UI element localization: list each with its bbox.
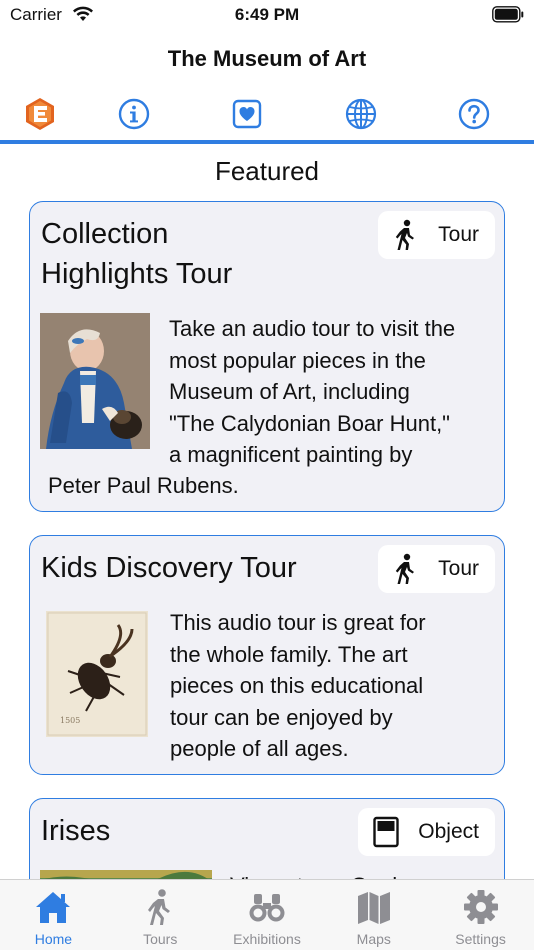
tab-underline [0,140,534,144]
tab-settings[interactable]: Settings [427,880,534,950]
status-time: 6:49 PM [234,5,300,24]
card-description: Take an audio tour to visit the most pop… [169,313,499,471]
card-title-line: Collection [41,218,169,250]
description-line: tour can be enjoyed by [170,704,393,730]
tour-card-kids-discovery[interactable]: Kids Discovery Tour Tour 1505 This audio… [29,535,505,775]
object-card-icon [373,816,399,848]
description-line: a magnificent painting by [169,442,413,467]
card-title: Irises [41,811,361,851]
walking-person-icon [148,889,171,925]
description-line: pieces on this educational [170,673,424,698]
tab-home[interactable]: Home [0,880,107,950]
description-line: This audio tour is great for [170,610,426,635]
tour-badge[interactable]: Tour [378,211,495,259]
description-line: Museum of Art, including [169,379,410,404]
card-title: Collection Highlights Tour [41,214,361,294]
walking-person-icon [395,553,415,584]
object-badge[interactable]: Object [358,808,495,856]
tab-exhibitions[interactable]: Exhibitions [214,880,321,950]
info-icon[interactable] [114,94,154,134]
card-title-line: Highlights Tour [41,258,233,290]
card-title-line: Irises [41,815,111,847]
binoculars-icon [249,894,285,922]
home-icon [36,892,71,923]
icon-tab-row [0,94,534,140]
card-title: Kids Discovery Tour [41,548,381,588]
tab-label: Maps [356,931,391,947]
badge-label: Object [418,820,479,843]
card-description: This audio tour is great for the whole f… [170,607,500,765]
description-line: "The Calydonian Boar Hunt," [169,410,450,436]
description-line: the whole family. The art [170,641,408,667]
svg-text:1505: 1505 [60,716,80,725]
tour-badge[interactable]: Tour [378,545,495,593]
tab-label: Settings [455,931,506,947]
badge-label: Tour [438,223,479,246]
badge-label: Tour [438,557,479,580]
description-line: most popular pieces in the [169,347,426,373]
tab-maps[interactable]: Maps [320,880,427,950]
tab-tours[interactable]: Tours [107,880,214,950]
page-title: The Museum of Art [167,46,367,71]
heart-icon[interactable] [227,94,267,134]
status-bar: Carrier 6:49 PM [0,0,534,32]
description-line: Peter Paul Rubens. [48,473,239,498]
tab-label: Tours [143,931,178,947]
painting-thumbnail-girl[interactable] [40,313,150,449]
artwork-thumbnail-stag-beetle[interactable]: 1505 [46,611,148,737]
app-logo-icon[interactable] [20,94,60,134]
card-description-tail: Peter Paul Rubens. [48,470,378,502]
bottom-tab-bar: Home Tours Exhibitions Maps Settings [0,879,534,950]
section-title: Featured [214,156,320,186]
map-icon [357,892,390,924]
card-title-line: Kids Discovery Tour [41,552,297,584]
description-line: Take an audio tour to visit the [169,316,456,341]
tour-card-collection-highlights[interactable]: Collection Highlights Tour Tour Take an … [29,201,505,512]
globe-icon[interactable] [341,94,381,134]
tab-label: Home [34,931,73,947]
tab-label: Exhibitions [233,931,301,947]
description-line: people of all ages. [170,736,349,761]
gear-icon [463,890,498,924]
walking-person-icon [395,219,415,250]
help-icon[interactable] [454,94,494,134]
battery-icon [492,6,524,23]
